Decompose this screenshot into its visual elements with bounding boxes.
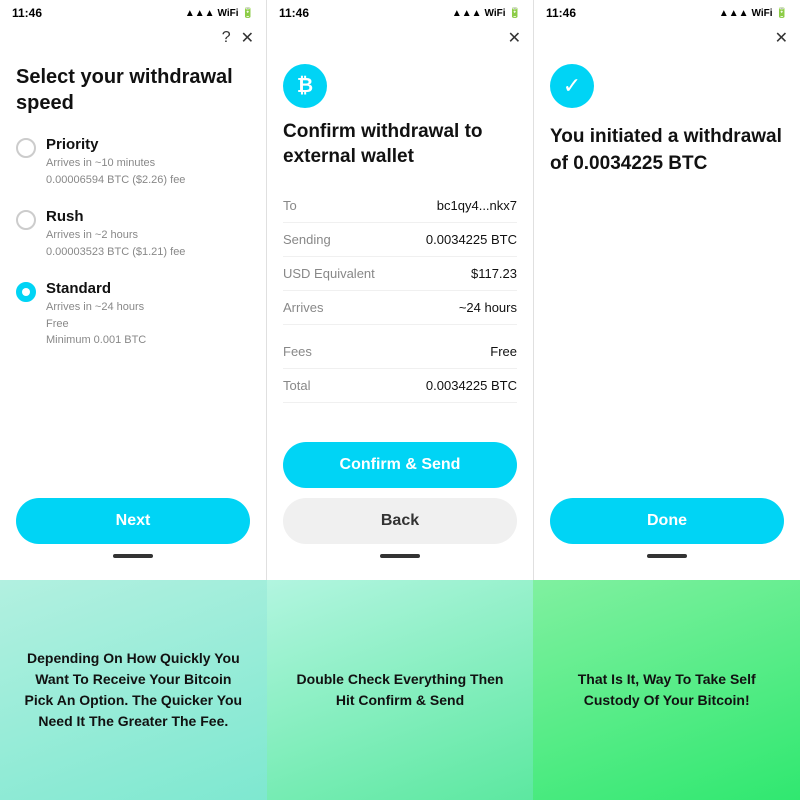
screen-content-3: ✓ You initiated a withdrawal of 0.003422…	[534, 56, 800, 488]
screen-success: 11:46 ▲▲▲ WiFi 🔋 ✕ ✓ You initiated a wit…	[534, 0, 800, 580]
radio-rush[interactable]	[16, 210, 36, 230]
detail-sending-label: Sending	[283, 232, 331, 247]
home-indicator-3	[647, 554, 687, 558]
help-icon[interactable]: ?	[222, 29, 231, 47]
detail-usd-value: $117.23	[471, 266, 517, 281]
option-priority-text: Priority Arrives in ~10 minutes0.0000659…	[46, 136, 185, 188]
home-indicator-1	[113, 554, 153, 558]
captions-row: Depending On How Quickly You Want To Rec…	[0, 580, 800, 800]
status-bar-1: 11:46 ▲▲▲ WiFi 🔋	[0, 0, 266, 24]
speed-option-standard[interactable]: Standard Arrives in ~24 hoursFreeMinimum…	[16, 280, 250, 349]
battery-icon-2: 🔋	[509, 8, 521, 19]
speed-option-priority[interactable]: Priority Arrives in ~10 minutes0.0000659…	[16, 136, 250, 188]
done-button[interactable]: Done	[550, 498, 784, 544]
priority-label: Priority	[46, 136, 185, 153]
wifi-icon-2: WiFi	[485, 8, 506, 19]
rush-desc: Arrives in ~2 hours0.00003523 BTC ($1.21…	[46, 227, 185, 260]
battery-icon-3: 🔋	[776, 8, 788, 19]
detail-to-value: bc1qy4...nkx7	[437, 198, 517, 213]
battery-icon: 🔋	[242, 8, 254, 19]
detail-arrives-label: Arrives	[283, 300, 323, 315]
home-indicator-2	[380, 554, 420, 558]
priority-desc: Arrives in ~10 minutes0.00006594 BTC ($2…	[46, 155, 185, 188]
time-3: 11:46	[546, 6, 576, 20]
status-bar-2: 11:46 ▲▲▲ WiFi 🔋	[267, 0, 533, 24]
detail-to-label: To	[283, 198, 297, 213]
success-title: You initiated a withdrawal of 0.0034225 …	[550, 124, 784, 177]
status-icons-1: ▲▲▲ WiFi 🔋	[185, 8, 254, 19]
checkmark-icon: ✓	[550, 64, 594, 108]
screen-withdrawal-speed: 11:46 ▲▲▲ WiFi 🔋 ? ✕ Select your withdra…	[0, 0, 267, 580]
screen-footer-1: Next	[0, 488, 266, 580]
radio-priority[interactable]	[16, 138, 36, 158]
detail-total-value: 0.0034225 BTC	[426, 378, 517, 393]
status-icons-2: ▲▲▲ WiFi 🔋	[452, 8, 521, 19]
screen-title-1: Select your withdrawal speed	[16, 64, 250, 116]
detail-fees-label: Fees	[283, 344, 312, 359]
signal-icon-2: ▲▲▲	[452, 8, 482, 19]
screen-header-2: ✕	[267, 24, 533, 56]
status-bar-3: 11:46 ▲▲▲ WiFi 🔋	[534, 0, 800, 24]
detail-total: Total 0.0034225 BTC	[283, 369, 517, 403]
close-icon-1[interactable]: ✕	[241, 28, 254, 48]
screen-footer-2: Confirm & Send Back	[267, 432, 533, 580]
detail-total-label: Total	[283, 378, 310, 393]
next-button[interactable]: Next	[16, 498, 250, 544]
wifi-icon-3: WiFi	[752, 8, 773, 19]
confirm-send-button[interactable]: Confirm & Send	[283, 442, 517, 488]
option-standard-text: Standard Arrives in ~24 hoursFreeMinimum…	[46, 280, 146, 349]
confirm-title: Confirm withdrawal to external wallet	[283, 120, 517, 169]
standard-label: Standard	[46, 280, 146, 297]
screen-header-3: ✕	[534, 24, 800, 56]
wifi-icon: WiFi	[218, 8, 239, 19]
option-rush-text: Rush Arrives in ~2 hours0.00003523 BTC (…	[46, 208, 185, 260]
caption-3: That Is It, Way To Take Self Custody Of …	[533, 580, 800, 800]
detail-fees-value: Free	[490, 344, 517, 359]
status-icons-3: ▲▲▲ WiFi 🔋	[719, 8, 788, 19]
standard-desc: Arrives in ~24 hoursFreeMinimum 0.001 BT…	[46, 299, 146, 349]
back-button[interactable]: Back	[283, 498, 517, 544]
screen-header-1: ? ✕	[0, 24, 266, 56]
caption-2: Double Check Everything Then Hit Confirm…	[267, 580, 534, 800]
close-icon-3[interactable]: ✕	[775, 28, 788, 48]
screen-footer-3: Done	[534, 488, 800, 580]
detail-sending-value: 0.0034225 BTC	[426, 232, 517, 247]
detail-arrives-value: ~24 hours	[459, 300, 517, 315]
detail-sending: Sending 0.0034225 BTC	[283, 223, 517, 257]
screen-confirm-withdrawal: 11:46 ▲▲▲ WiFi 🔋 ✕ ₿ Confirm withdrawal …	[267, 0, 534, 580]
close-icon-2[interactable]: ✕	[508, 28, 521, 48]
radio-standard[interactable]	[16, 282, 36, 302]
detail-to: To bc1qy4...nkx7	[283, 189, 517, 223]
rush-label: Rush	[46, 208, 185, 225]
detail-usd-label: USD Equivalent	[283, 266, 375, 281]
detail-arrives: Arrives ~24 hours	[283, 291, 517, 325]
caption-1: Depending On How Quickly You Want To Rec…	[0, 580, 267, 800]
screen-content-1: Select your withdrawal speed Priority Ar…	[0, 56, 266, 488]
detail-fees: Fees Free	[283, 335, 517, 369]
time-1: 11:46	[12, 6, 42, 20]
screen-content-2: ₿ Confirm withdrawal to external wallet …	[267, 56, 533, 432]
signal-icon-3: ▲▲▲	[719, 8, 749, 19]
signal-icon: ▲▲▲	[185, 8, 215, 19]
speed-option-rush[interactable]: Rush Arrives in ~2 hours0.00003523 BTC (…	[16, 208, 250, 260]
time-2: 11:46	[279, 6, 309, 20]
detail-usd: USD Equivalent $117.23	[283, 257, 517, 291]
bitcoin-icon: ₿	[283, 64, 327, 108]
